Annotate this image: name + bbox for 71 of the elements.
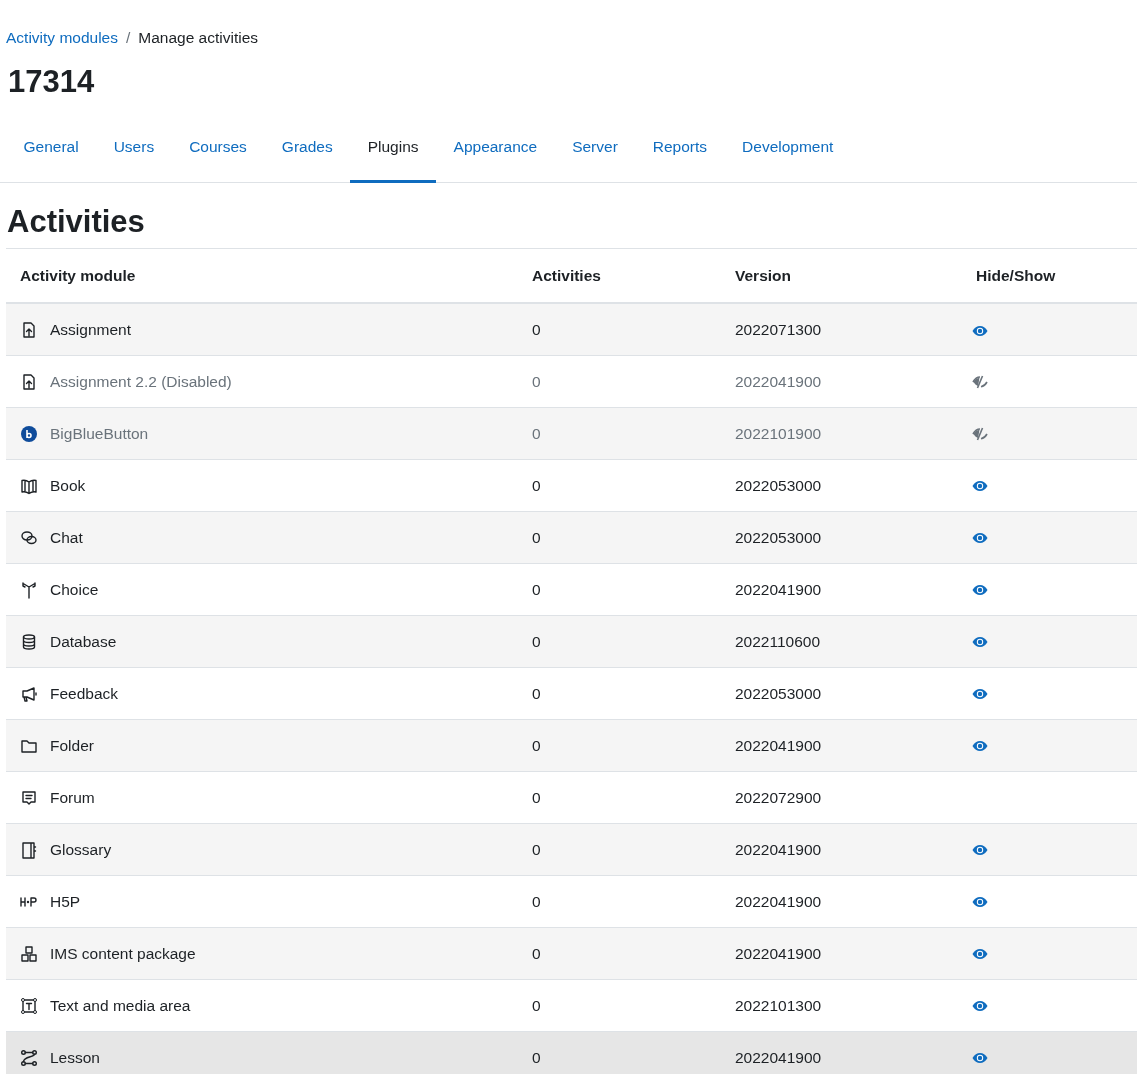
nav-tab[interactable]: Appearance <box>436 116 555 183</box>
module-name: Chat <box>50 528 83 546</box>
table-cell: 2022071300 <box>721 303 962 356</box>
package-boxes-icon <box>20 944 38 963</box>
nav-tab[interactable]: Reports <box>635 116 725 183</box>
table-cell: 2022072900 <box>721 771 962 824</box>
nav-tab[interactable]: Plugins <box>350 116 437 183</box>
table-cell: 0 <box>518 823 721 876</box>
table-cell: 2022041900 <box>721 563 962 616</box>
table-cell: 0 <box>518 875 721 928</box>
module-name: Assignment 2.2 (Disabled) <box>50 372 232 390</box>
table-cell: 0 <box>518 771 721 824</box>
table-cell: 2022101900 <box>721 407 962 460</box>
module-name: H5P <box>50 892 81 910</box>
module-name: Feedback <box>50 684 119 702</box>
table-cell: 2022053000 <box>721 667 962 720</box>
page-title: 17314 <box>8 63 96 101</box>
table-cell: 0 <box>518 615 721 668</box>
section-heading: Activities <box>7 202 146 240</box>
breadcrumb-current: Manage activities <box>138 28 259 48</box>
speech-bubbles-icon <box>20 528 38 547</box>
table-cell: 2022041900 <box>721 1031 962 1074</box>
module-name: Lesson <box>50 1048 100 1066</box>
module-name: Choice <box>50 580 99 598</box>
table-cell: 2022053000 <box>721 459 962 512</box>
nav-tab[interactable]: Users <box>96 116 172 183</box>
table-cell: 2022101300 <box>721 979 962 1032</box>
module-name: BigBlueButton <box>50 424 149 442</box>
table-cell: 0 <box>518 511 721 564</box>
table-cell: 0 <box>518 303 721 356</box>
megaphone-icon <box>20 684 38 703</box>
table-cell: 0 <box>518 927 721 980</box>
table-cell: 2022110600 <box>721 615 962 668</box>
notebook-icon <box>20 840 38 859</box>
table-cell: 0 <box>518 1031 721 1074</box>
signpost-icon <box>20 580 38 599</box>
text-frame-icon <box>20 996 38 1015</box>
table-cell: 2022041900 <box>721 875 962 928</box>
module-name: Text and media area <box>50 996 191 1014</box>
table-cell: 2022053000 <box>721 511 962 564</box>
nav-tab[interactable]: Courses <box>171 116 265 183</box>
table-cell: 0 <box>518 355 721 408</box>
circle-b-icon <box>20 424 38 443</box>
nav-tab[interactable]: Development <box>724 116 851 183</box>
table-cell: 2022041900 <box>721 927 962 980</box>
breadcrumb-separator: / <box>126 28 131 48</box>
module-name: Forum <box>50 788 95 806</box>
nav-tab[interactable]: General <box>6 116 97 183</box>
path-nodes-icon <box>20 1048 38 1067</box>
module-name: Glossary <box>50 840 112 858</box>
table-cell: 0 <box>518 667 721 720</box>
module-name: Book <box>50 476 86 494</box>
module-name: Assignment <box>50 320 131 338</box>
table-cell: 2022041900 <box>721 355 962 408</box>
table-cell: 2022041900 <box>721 823 962 876</box>
module-name: Folder <box>50 736 94 754</box>
table-cell: 0 <box>518 979 721 1032</box>
nav-tab[interactable]: Grades <box>264 116 351 183</box>
table-cell: 0 <box>518 563 721 616</box>
table-cell: 2022041900 <box>721 719 962 772</box>
table-cell: 0 <box>518 407 721 460</box>
breadcrumb-link[interactable]: Activity modules <box>6 26 118 50</box>
document-upload-icon <box>20 320 38 339</box>
table-cell: 0 <box>518 459 721 512</box>
table-cell: 0 <box>518 719 721 772</box>
message-icon <box>20 788 38 807</box>
module-name: IMS content package <box>50 944 196 962</box>
nav-tab[interactable]: Server <box>554 116 636 183</box>
document-upload-icon <box>20 372 38 391</box>
module-name: Database <box>50 632 117 650</box>
database-icon <box>20 632 38 651</box>
